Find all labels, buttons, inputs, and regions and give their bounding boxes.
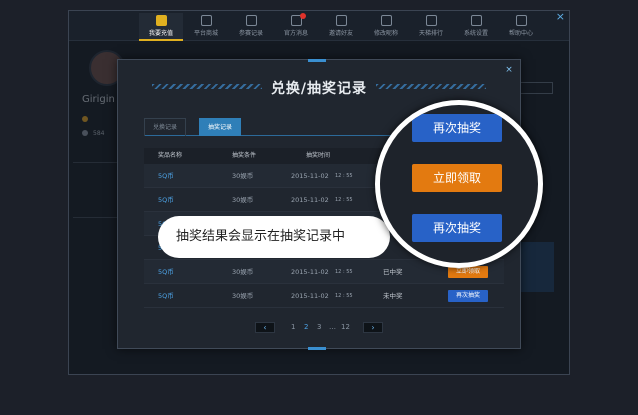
page-number[interactable]: 1 [291, 322, 295, 333]
nav-label: 平台商城 [193, 30, 218, 37]
edit-icon [380, 15, 392, 26]
modal-close-button[interactable]: × [504, 65, 514, 75]
date-cell: 2015-11-02 [291, 268, 329, 276]
time-cell: 12 : 55 [335, 197, 353, 203]
app-close-button[interactable]: × [556, 11, 565, 23]
notification-badge [300, 13, 306, 19]
nav-label: 我要充值 [148, 30, 173, 37]
nav-label: 修改昵称 [373, 30, 398, 37]
nav-item[interactable]: 修改昵称 [364, 13, 408, 41]
prize-cell: 5Q币 [158, 268, 174, 276]
draw-again-button[interactable]: 再次抽奖 [448, 290, 488, 302]
coin-icon [82, 116, 88, 122]
draw-again-button[interactable]: 再次抽奖 [412, 214, 502, 242]
column-header: 奖品名称 [158, 152, 183, 159]
next-page-button[interactable]: › [363, 322, 383, 333]
condition-cell: 30娱币 [232, 268, 254, 276]
balance-value: 584 [93, 130, 105, 137]
page: 我要充值 平台商城 参赛记录 官方消息 邀请好友 修改昵称 天梯排行 系统设置 帮助中心 × G… [0, 0, 638, 415]
prize-cell: 5Q币 [158, 172, 174, 180]
time-cell: 12 : 55 [335, 173, 353, 179]
page-number-current[interactable]: 2 [304, 322, 308, 333]
title-decoration-right [376, 84, 486, 89]
draw-again-button[interactable]: 再次抽奖 [412, 114, 502, 142]
username: Girigin [82, 94, 115, 105]
top-navigation: 我要充值 平台商城 参赛记录 官方消息 邀请好友 修改昵称 天梯排行 系统设置 帮助中心 [69, 11, 569, 41]
shield-icon [155, 15, 167, 26]
store-icon [200, 15, 212, 26]
nav-item[interactable]: 参赛记录 [229, 13, 273, 41]
nav-item[interactable]: 帮助中心 [499, 13, 543, 41]
condition-cell: 30娱币 [232, 196, 254, 204]
claim-now-button[interactable]: 立即领取 [412, 164, 502, 192]
spotlight-circle: 再次抽奖 立即领取 再次抽奖 [375, 100, 543, 268]
condition-cell: 30娱币 [232, 292, 254, 300]
help-icon [515, 15, 527, 26]
time-cell: 12 : 55 [335, 269, 353, 275]
date-cell: 2015-11-02 [291, 172, 329, 180]
prev-page-button[interactable]: ‹ [255, 322, 275, 333]
nav-item[interactable]: 平台商城 [184, 13, 228, 41]
table-row: 5Q币 30娱币 2015-11-02 12 : 55 未中奖 再次抽奖 [144, 284, 504, 308]
page-number[interactable]: 3 [317, 322, 321, 333]
modal-bottom-handle [308, 347, 326, 350]
tab-exchange-records[interactable]: 兑换记录 [144, 118, 187, 136]
nav-item[interactable]: 系统设置 [454, 13, 498, 41]
column-header: 抽奖时间 [306, 152, 331, 159]
tab-lottery-records[interactable]: 抽奖记录 [199, 118, 242, 136]
nav-label: 邀请好友 [328, 30, 353, 37]
page-ellipsis: … [329, 323, 336, 331]
nav-label: 帮助中心 [508, 30, 533, 37]
date-cell: 2015-11-02 [291, 196, 329, 204]
pagination: ‹ 1 2 3 … 12 › [255, 322, 395, 334]
invite-icon [335, 15, 347, 26]
prize-cell: 5Q币 [158, 292, 174, 300]
status-cell: 未中奖 [383, 292, 403, 300]
page-number[interactable]: 12 [341, 322, 350, 333]
nav-label: 参赛记录 [238, 30, 263, 37]
status-cell: 已中奖 [383, 268, 403, 276]
nav-label: 天梯排行 [418, 30, 443, 37]
time-cell: 12 : 55 [335, 293, 353, 299]
nav-item[interactable]: 邀请好友 [319, 13, 363, 41]
nav-item[interactable]: 天梯排行 [409, 13, 453, 41]
nav-item[interactable]: 官方消息 [274, 13, 318, 41]
silver-icon [82, 130, 88, 136]
condition-cell: 30娱币 [232, 172, 254, 180]
nav-label: 官方消息 [283, 30, 308, 37]
date-cell: 2015-11-02 [291, 292, 329, 300]
prize-cell: 5Q币 [158, 196, 174, 204]
nav-label: 系统设置 [463, 30, 488, 37]
ranking-icon [425, 15, 437, 26]
tooltip-text: 抽奖结果会显示在抽奖记录中 [176, 229, 346, 244]
column-header: 抽奖条件 [232, 152, 257, 159]
tooltip-bubble: 抽奖结果会显示在抽奖记录中 [158, 216, 390, 258]
modal-top-handle [308, 59, 326, 62]
settings-icon [470, 15, 482, 26]
record-icon [245, 15, 257, 26]
side-list [73, 162, 121, 212]
side-list [73, 217, 121, 257]
nav-item[interactable]: 我要充值 [139, 13, 183, 41]
